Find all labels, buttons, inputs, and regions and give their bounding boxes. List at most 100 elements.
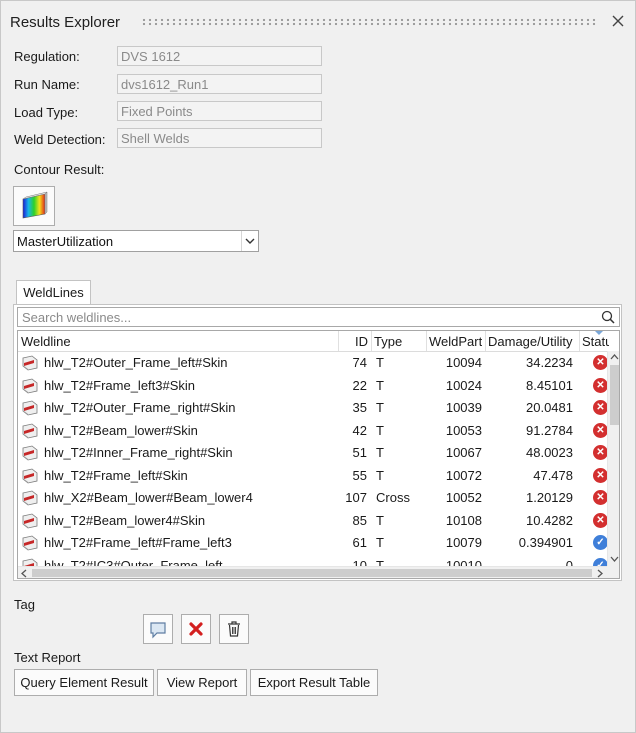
- weldline-type: T: [376, 377, 384, 393]
- tag-delete-button[interactable]: [219, 614, 249, 644]
- weldline-id: 107: [345, 490, 367, 505]
- weldline-name: hlw_T2#Beam_lower#Skin: [44, 422, 198, 438]
- table-row[interactable]: hlw_T2#Frame_left3#Skin 22 T 10024 8.45101 ✕: [18, 375, 608, 397]
- weldline-icon: [22, 378, 38, 393]
- search-icon[interactable]: [600, 309, 616, 325]
- status-fail-icon: ✕: [593, 490, 608, 505]
- weldline-type: T: [376, 355, 384, 370]
- export-result-table-button[interactable]: Export Result Table: [250, 669, 378, 696]
- weldline-id: 35: [352, 400, 367, 415]
- weldline-weldpart: 10039: [445, 400, 482, 415]
- weldline-type: T: [376, 535, 384, 550]
- weldline-id: 55: [352, 467, 367, 483]
- weldline-name: hlw_T2#Beam_lower4#Skin: [44, 512, 206, 528]
- weldline-damage: 91.2784: [526, 422, 573, 438]
- weldline-weldpart: 10072: [445, 467, 482, 483]
- weldline-id: 85: [352, 512, 367, 528]
- table-row[interactable]: hlw_T2#Inner_Frame_right#Skin 51 T 10067 48.…: [18, 442, 608, 464]
- weldline-damage: 47.478: [533, 467, 573, 483]
- contour-toggle-button[interactable]: [13, 186, 55, 226]
- weldline-damage: 20.0481: [526, 400, 573, 415]
- table-header: Weldline ID Type WeldPart Damage/Utility…: [18, 331, 619, 352]
- weldline-name: hlw_T2#Inner_Frame_right#Skin: [44, 445, 233, 460]
- weldline-weldpart: 10067: [445, 445, 482, 460]
- load-type-label: Load Type:: [14, 105, 79, 120]
- tag-remove-button[interactable]: [181, 614, 211, 644]
- tag-label: Tag: [14, 597, 35, 612]
- weldline-icon: [22, 513, 38, 528]
- run-name-field: dvs1612_Run1: [117, 74, 322, 94]
- table-row[interactable]: hlw_T2#Beam_lower4#Skin 85 T 10108 10.4282 ✕: [18, 510, 608, 532]
- status-fail-icon: ✕: [593, 400, 608, 415]
- results-explorer-panel: Results Explorer Regulation: DVS 1612 Ru…: [0, 0, 636, 733]
- vertical-scroll-thumb[interactable]: [610, 365, 619, 425]
- weldline-weldpart: 10079: [445, 535, 482, 550]
- horizontal-scrollbar[interactable]: [18, 566, 607, 578]
- drag-grip[interactable]: [141, 18, 597, 26]
- weldline-icon: [22, 535, 38, 551]
- contour-result-label: Contour Result:: [14, 162, 105, 177]
- column-header-damage[interactable]: Damage/Utility: [488, 334, 573, 349]
- vertical-scrollbar[interactable]: [607, 351, 619, 567]
- weld-detection-label: Weld Detection:: [14, 132, 106, 147]
- scroll-right-icon[interactable]: [596, 569, 604, 578]
- weldline-type: T: [376, 467, 384, 483]
- weldline-name: hlw_T2#Frame_left#Frame_left3: [44, 535, 232, 550]
- status-fail-icon: ✕: [593, 512, 608, 528]
- contour-result-select[interactable]: MasterUtilization: [13, 230, 259, 252]
- weldline-type: T: [376, 400, 384, 415]
- column-header-status[interactable]: Statu: [582, 334, 609, 349]
- weldline-name: hlw_T2#Outer_Frame_right#Skin: [44, 400, 236, 415]
- view-report-button[interactable]: View Report: [157, 669, 247, 696]
- weldline-damage: 8.45101: [526, 377, 573, 393]
- weldline-name: hlw_T2#Frame_left3#Skin: [44, 377, 196, 393]
- weldline-weldpart: 10053: [445, 422, 482, 438]
- weldline-type: T: [376, 422, 384, 438]
- tag-comment-button[interactable]: [143, 614, 173, 644]
- contour-colormap-icon: [22, 191, 48, 219]
- weldline-damage: 10.4282: [526, 512, 573, 528]
- weldline-type: T: [376, 512, 384, 528]
- weldline-damage: 34.2234: [526, 355, 573, 370]
- weldline-icon: [22, 445, 38, 461]
- column-header-type[interactable]: Type: [374, 334, 402, 349]
- search-input[interactable]: Search weldlines...: [22, 310, 131, 325]
- status-fail-icon: ✕: [593, 445, 608, 460]
- red-x-icon: [189, 622, 203, 636]
- scroll-up-icon[interactable]: [610, 353, 619, 361]
- weldline-damage: 1.20129: [526, 490, 573, 505]
- table-row[interactable]: hlw_T2#Outer_Frame_right#Skin 35 T 10039 20.…: [18, 397, 608, 419]
- weldline-id: 74: [352, 355, 367, 370]
- tab-weldlines[interactable]: WeldLines: [16, 280, 91, 305]
- horizontal-scroll-thumb[interactable]: [32, 569, 592, 577]
- table-row[interactable]: hlw_X2#Beam_lower#Beam_lower4 107 Cross 100…: [18, 487, 608, 509]
- table-row[interactable]: hlw_T2#Frame_left#Frame_left3 61 T 10079 0.3…: [18, 532, 608, 554]
- contour-result-value: MasterUtilization: [17, 234, 114, 249]
- query-element-result-button[interactable]: Query Element Result: [14, 669, 154, 696]
- scroll-down-icon[interactable]: [610, 555, 619, 563]
- chevron-down-icon[interactable]: [241, 231, 258, 251]
- search-weldlines-box[interactable]: Search weldlines...: [17, 307, 620, 327]
- weldline-icon: [22, 468, 38, 483]
- column-header-id[interactable]: ID: [355, 334, 368, 349]
- status-fail-icon: ✕: [593, 355, 608, 370]
- weldline-icon: [22, 490, 38, 506]
- weldline-id: 51: [352, 445, 367, 460]
- table-row[interactable]: hlw_T2#Frame_left#Skin 55 T 10072 47.478 ✕: [18, 465, 608, 487]
- scroll-left-icon[interactable]: [20, 569, 28, 578]
- status-fail-icon: ✕: [593, 467, 608, 483]
- sort-indicator-icon: [595, 331, 603, 335]
- status-fail-icon: ✕: [593, 377, 608, 393]
- weldline-id: 22: [352, 377, 367, 393]
- panel-titlebar[interactable]: Results Explorer: [1, 1, 635, 37]
- weldline-weldpart: 10108: [445, 512, 482, 528]
- weldline-name: hlw_X2#Beam_lower#Beam_lower4: [44, 490, 253, 505]
- table-row[interactable]: hlw_T2#Beam_lower#Skin 42 T 10053 91.2784 ✕: [18, 420, 608, 442]
- column-header-weldpart[interactable]: WeldPart: [429, 334, 482, 349]
- comment-icon: [150, 622, 166, 639]
- table-row[interactable]: hlw_T2#Outer_Frame_left#Skin 74 T 10094 34.2…: [18, 352, 608, 374]
- close-icon[interactable]: [609, 12, 627, 30]
- weldline-icon: [22, 400, 38, 416]
- weldline-weldpart: 10052: [445, 490, 482, 505]
- column-header-weldline[interactable]: Weldline: [21, 334, 71, 349]
